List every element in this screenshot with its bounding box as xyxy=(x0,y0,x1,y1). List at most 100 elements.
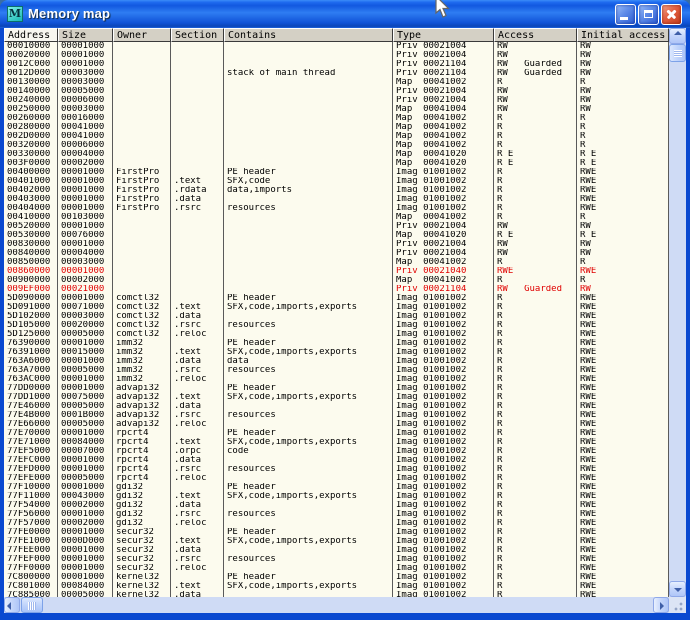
table-row[interactable]: 00840000 00004000 Priv 00021004 RW RW xyxy=(4,249,669,258)
table-row[interactable]: 77FEE000 00001000 secur32 .data Imag 010… xyxy=(4,546,669,555)
table-row[interactable]: 00830000 00001000 Priv 00021004 RW RW xyxy=(4,240,669,249)
table-row[interactable]: 77FEF000 00001000 secur32 .rsrc resource… xyxy=(4,555,669,564)
cell-owner: gdi32 xyxy=(113,519,171,528)
horizontal-scrollbar[interactable] xyxy=(4,597,669,613)
cell-access: R xyxy=(494,483,577,492)
table-row[interactable]: 77E4B000 0001B000 advapi32 .rsrc resourc… xyxy=(4,411,669,420)
table-row[interactable]: 00410000 00103000 Map 00041002 R R xyxy=(4,213,669,222)
cell-size: 00001000 xyxy=(58,60,113,69)
scroll-down-button[interactable] xyxy=(669,581,686,597)
table-row[interactable]: 00401000 00001000 FirstPro .text SFX,cod… xyxy=(4,177,669,186)
table-row[interactable]: 5D091000 00071000 comctl32 .text SFX,cod… xyxy=(4,303,669,312)
table-row[interactable]: 00330000 00004000 Map 00041020 R E R E xyxy=(4,150,669,159)
table-row[interactable]: 77DD0000 00001000 advapi32 PE header Ima… xyxy=(4,384,669,393)
table-row[interactable]: 7C800000 00001000 kernel32 PE header Ima… xyxy=(4,573,669,582)
table-row[interactable]: 77E66000 00005000 advapi32 .reloc Imag 0… xyxy=(4,420,669,429)
table-row[interactable]: 00404000 00001000 FirstPro .rsrc resourc… xyxy=(4,204,669,213)
table-row[interactable]: 77EF5000 00007000 rpcrt4 .orpc code Imag… xyxy=(4,447,669,456)
table-row[interactable]: 00280000 00041000 Map 00041002 R R xyxy=(4,123,669,132)
table-row[interactable]: 77E70000 00001000 rpcrt4 PE header Imag … xyxy=(4,429,669,438)
table-row[interactable]: 00260000 00016000 Map 00041002 R R xyxy=(4,114,669,123)
table-row[interactable]: 00850000 00003000 Map 00041002 R R xyxy=(4,258,669,267)
cell-access: R xyxy=(494,303,577,312)
cell-access: RW xyxy=(494,240,577,249)
scroll-left-button[interactable] xyxy=(4,597,20,613)
table-row[interactable]: 763AC000 00001000 imm32 .reloc Imag 0100… xyxy=(4,375,669,384)
table-row[interactable]: 76391000 00015000 imm32 .text SFX,code,i… xyxy=(4,348,669,357)
cell-initial-access: RWE xyxy=(577,267,669,276)
table-row[interactable]: 00860000 00001000 Priv 00021040 RWE RWE xyxy=(4,267,669,276)
vertical-scrollbar[interactable] xyxy=(669,28,686,597)
titlebar[interactable]: M Memory map xyxy=(0,0,690,28)
table-row[interactable]: 0012D000 00003000 stack of main thread P… xyxy=(4,69,669,78)
table-row[interactable]: 77EFE000 00005000 rpcrt4 .reloc Imag 010… xyxy=(4,474,669,483)
table-row[interactable]: 00240000 00006000 Priv 00021004 RW RW xyxy=(4,96,669,105)
cell-address: 77F54000 xyxy=(4,501,58,510)
table-row[interactable]: 00520000 00001000 Priv 00021004 RW RW xyxy=(4,222,669,231)
column-header-initial-access[interactable]: Initial access xyxy=(577,28,669,42)
table-row[interactable]: 002D0000 00041000 Map 00041002 R R xyxy=(4,132,669,141)
column-header-type[interactable]: Type xyxy=(393,28,494,42)
table-row[interactable]: 77E46000 00005000 advapi32 .data Imag 01… xyxy=(4,402,669,411)
table-row[interactable]: 77EFD000 00001000 rpcrt4 .rsrc resources… xyxy=(4,465,669,474)
table-row[interactable]: 77E71000 00084000 rpcrt4 .text SFX,code,… xyxy=(4,438,669,447)
cell-initial-access: RWE xyxy=(577,564,669,573)
table-row[interactable]: 5D102000 00003000 comctl32 .data Imag 01… xyxy=(4,312,669,321)
table-row[interactable]: 009EF000 00021000 Priv 00021104 RW Guard… xyxy=(4,285,669,294)
table-row[interactable]: 5D125000 00005000 comctl32 .reloc Imag 0… xyxy=(4,330,669,339)
table-row[interactable]: 76390000 00001000 imm32 PE header Imag 0… xyxy=(4,339,669,348)
cell-access: R xyxy=(494,348,577,357)
table-row[interactable]: 77F54000 00002000 gdi32 .data Imag 01001… xyxy=(4,501,669,510)
table-row[interactable]: 00010000 00001000 Priv 00021004 RW RW xyxy=(4,42,669,51)
cell-type: Priv 00021104 xyxy=(393,285,494,294)
table-row[interactable]: 763A6000 00001000 imm32 .data data Imag … xyxy=(4,357,669,366)
cell-access: R xyxy=(494,546,577,555)
table-row[interactable]: 7C801000 00084000 kernel32 .text SFX,cod… xyxy=(4,582,669,591)
column-header-contains[interactable]: Contains xyxy=(224,28,393,42)
maximize-button[interactable] xyxy=(638,4,659,25)
cell-contains xyxy=(224,60,393,69)
column-header-access[interactable]: Access xyxy=(494,28,577,42)
resize-grip[interactable] xyxy=(669,597,686,613)
table-row[interactable]: 77F56000 00001000 gdi32 .rsrc resources … xyxy=(4,510,669,519)
table-row[interactable]: 00320000 00006000 Map 00041002 R R xyxy=(4,141,669,150)
table-row[interactable]: 00530000 00076000 Map 00041020 R E R E xyxy=(4,231,669,240)
cell-type: Imag 01001002 xyxy=(393,294,494,303)
table-row[interactable]: 77FE0000 00001000 secur32 PE header Imag… xyxy=(4,528,669,537)
table-row[interactable]: 00403000 00001000 FirstPro .data Imag 01… xyxy=(4,195,669,204)
cell-address: 77E4B000 xyxy=(4,411,58,420)
table-row[interactable]: 763A7000 00005000 imm32 .rsrc resources … xyxy=(4,366,669,375)
table-row[interactable]: 00130000 00003000 Map 00041002 R R xyxy=(4,78,669,87)
table-row[interactable]: 00900000 00002000 Map 00041002 R R xyxy=(4,276,669,285)
minimize-button[interactable] xyxy=(615,4,636,25)
vertical-scroll-thumb[interactable] xyxy=(669,44,686,62)
cell-type: Imag 01001002 xyxy=(393,177,494,186)
table-row[interactable]: 77EFC000 00001000 rpcrt4 .data Imag 0100… xyxy=(4,456,669,465)
table-row[interactable]: 0012C000 00001000 Priv 00021104 RW Guard… xyxy=(4,60,669,69)
column-header-address[interactable]: Address xyxy=(4,28,58,42)
table-row[interactable]: 00400000 00001000 FirstPro PE header Ima… xyxy=(4,168,669,177)
table-row[interactable]: 77F10000 00001000 gdi32 PE header Imag 0… xyxy=(4,483,669,492)
column-header-owner[interactable]: Owner xyxy=(113,28,171,42)
memory-map-icon[interactable]: M xyxy=(7,6,23,22)
scroll-right-button[interactable] xyxy=(653,597,669,613)
horizontal-scroll-thumb[interactable] xyxy=(21,597,43,613)
table-row[interactable]: 00402000 00001000 FirstPro .rdata data,i… xyxy=(4,186,669,195)
table-row[interactable]: 00140000 00005000 Priv 00021004 RW RW xyxy=(4,87,669,96)
scroll-up-button[interactable] xyxy=(669,28,686,44)
column-header-size[interactable]: Size xyxy=(58,28,113,42)
close-button[interactable] xyxy=(661,4,682,25)
table-row[interactable]: 77DD1000 00075000 advapi32 .text SFX,cod… xyxy=(4,393,669,402)
table-row[interactable]: 77FF0000 00001000 secur32 .reloc Imag 01… xyxy=(4,564,669,573)
table-row[interactable]: 77FE1000 0000D000 secur32 .text SFX,code… xyxy=(4,537,669,546)
cell-size: 0001B000 xyxy=(58,411,113,420)
table-row[interactable]: 5D105000 00020000 comctl32 .rsrc resourc… xyxy=(4,321,669,330)
cell-initial-access: RWE xyxy=(577,321,669,330)
table-row[interactable]: 77F11000 00043000 gdi32 .text SFX,code,i… xyxy=(4,492,669,501)
column-header-section[interactable]: Section xyxy=(171,28,224,42)
table-row[interactable]: 00020000 00001000 Priv 00021004 RW RW xyxy=(4,51,669,60)
table-row[interactable]: 00250000 00003000 Map 00041004 RW RW xyxy=(4,105,669,114)
table-row[interactable]: 003F0000 00002000 Map 00041020 R E R E xyxy=(4,159,669,168)
table-row[interactable]: 5D090000 00001000 comctl32 PE header Ima… xyxy=(4,294,669,303)
table-row[interactable]: 77F57000 00002000 gdi32 .reloc Imag 0100… xyxy=(4,519,669,528)
